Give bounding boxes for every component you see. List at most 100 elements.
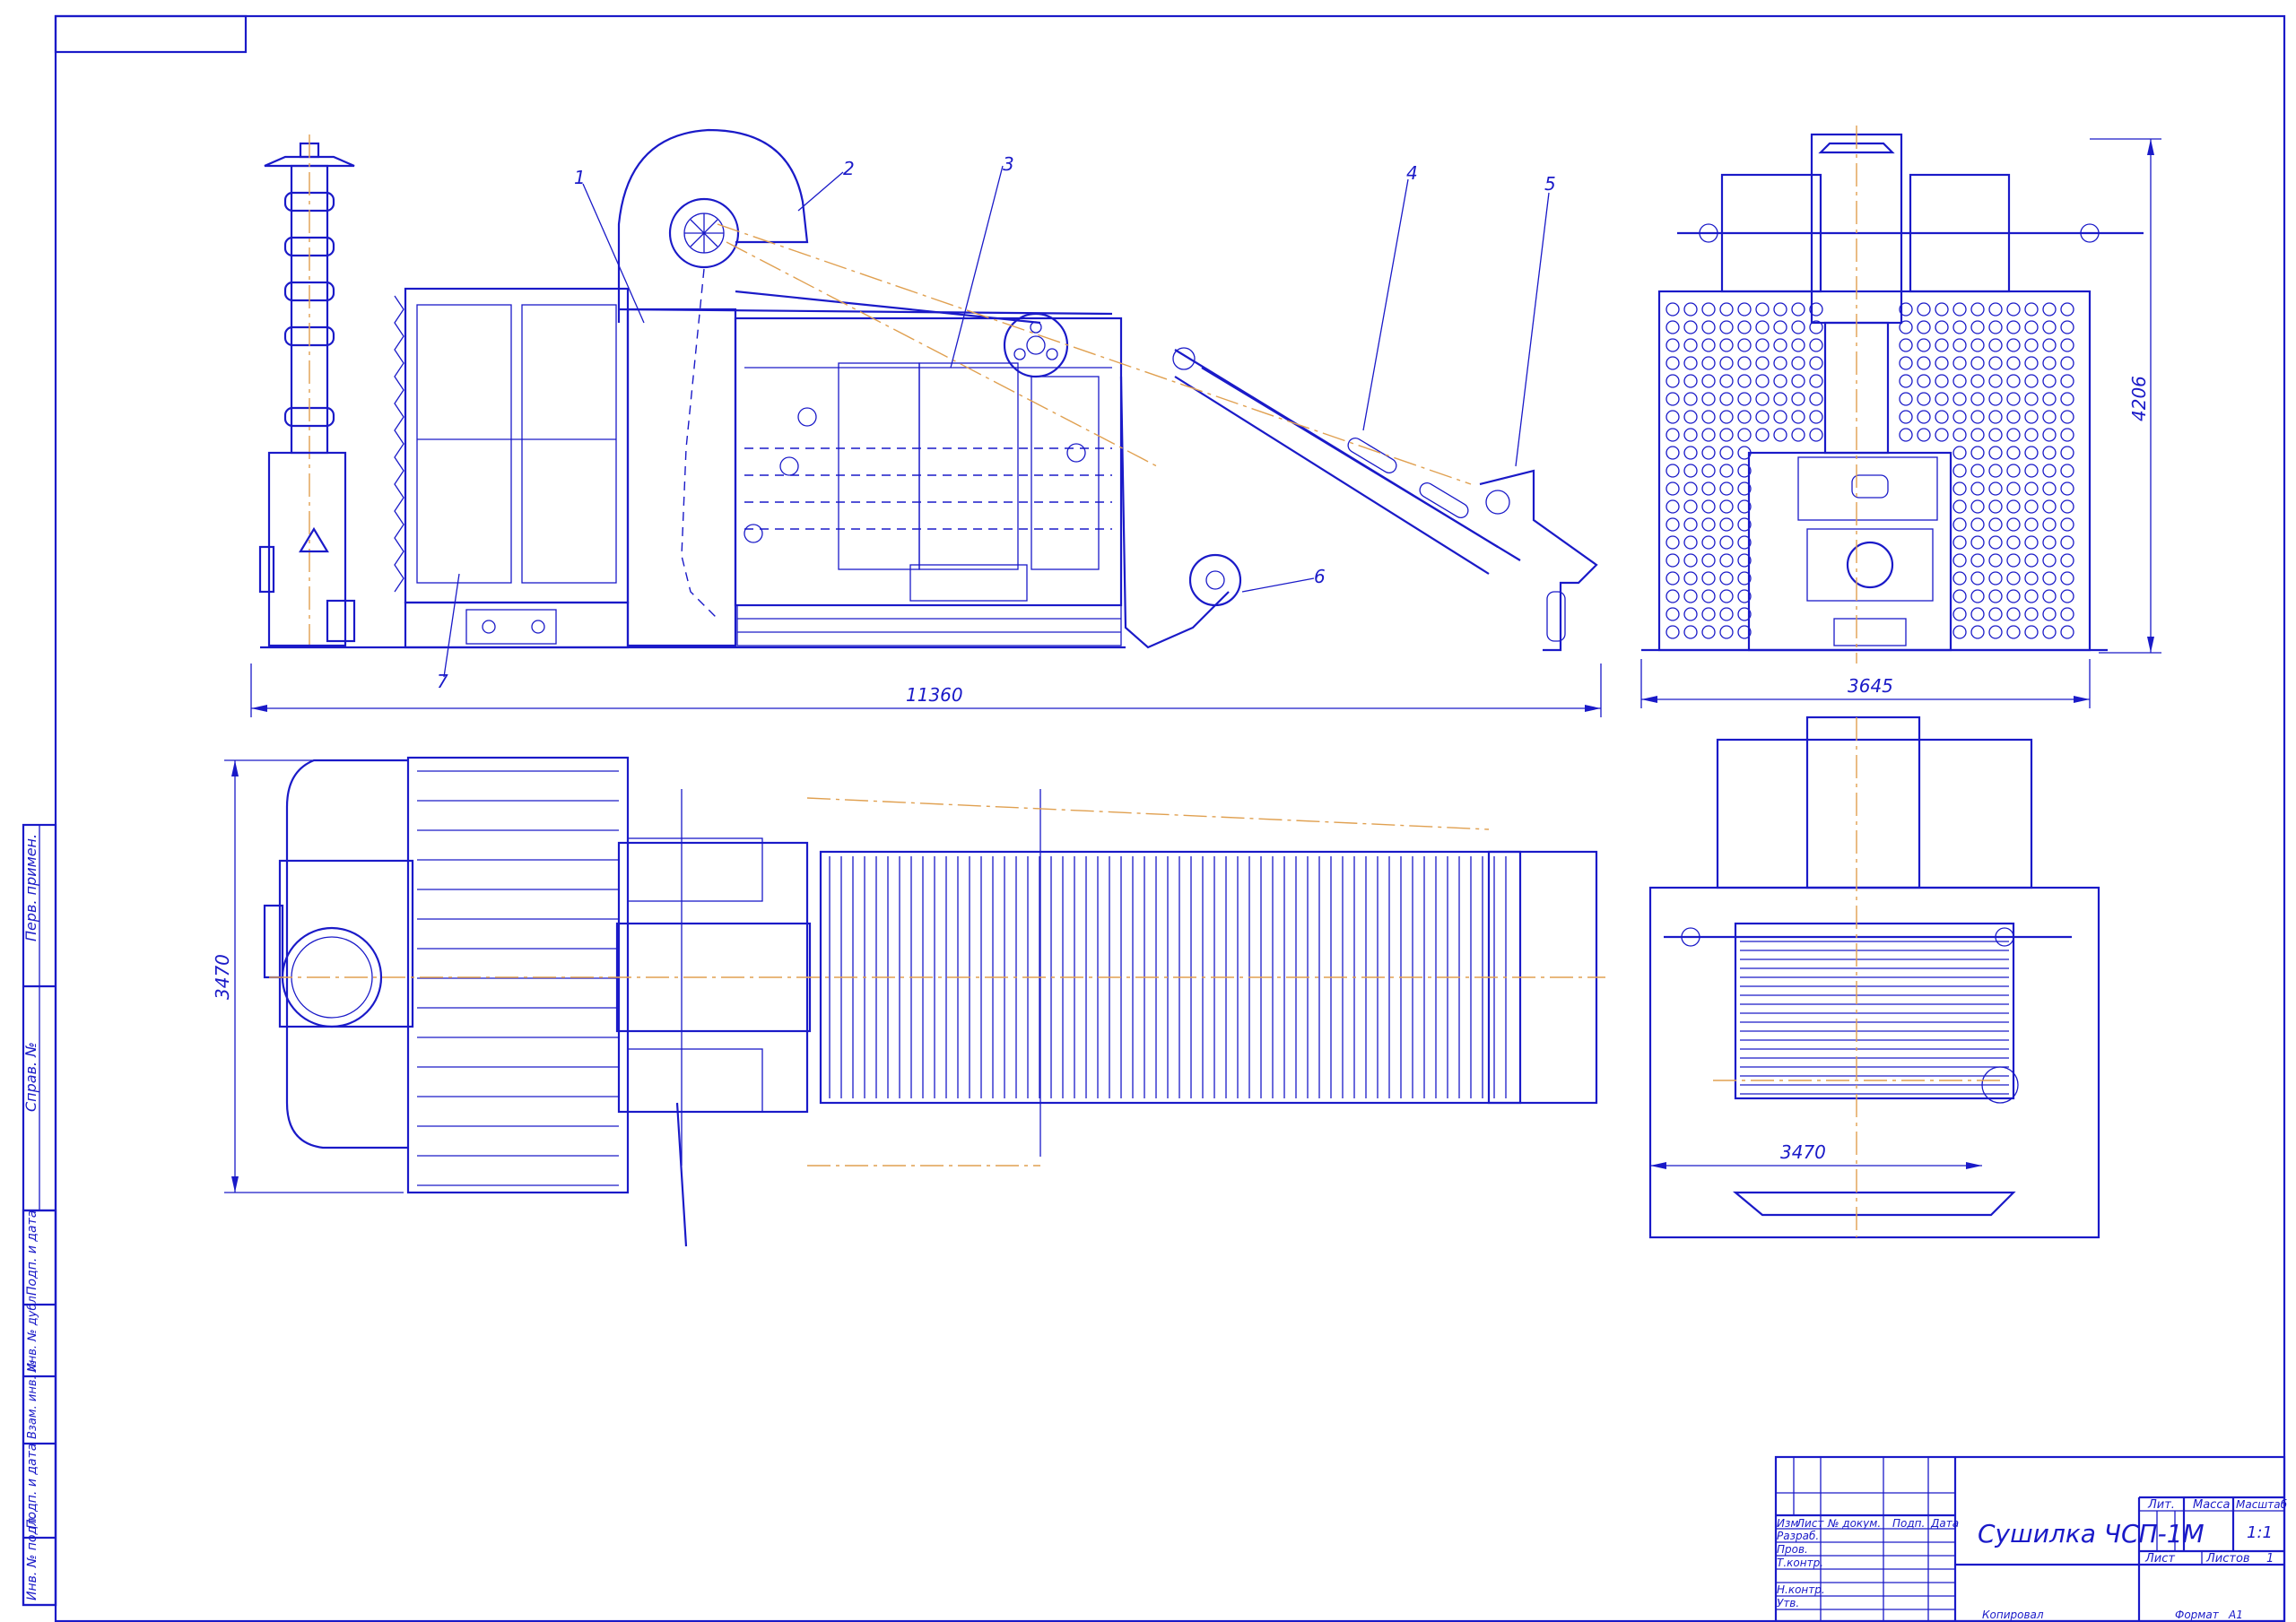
perforation-hole <box>2024 392 2039 406</box>
dryer-body <box>618 268 1123 646</box>
end-view-slats <box>1740 941 2009 1095</box>
perforation-hole <box>1988 535 2003 550</box>
perforation-hole <box>2060 464 2074 478</box>
perforation-hole <box>1791 392 1805 406</box>
perforation-hole <box>1988 428 2003 442</box>
perforation-hole <box>1952 428 1967 442</box>
tb-col-date: Дата <box>1930 1517 1959 1530</box>
perforation-hole <box>1719 517 1734 532</box>
perforation-hole <box>2042 428 2057 442</box>
perforation-hole <box>2024 356 2039 370</box>
perforation-hole <box>1665 535 1680 550</box>
leader-label-5: 5 <box>1544 173 1556 195</box>
perforation-hole <box>1665 589 1680 603</box>
perforation-hole <box>1665 320 1680 334</box>
perforation-hole <box>2060 374 2074 388</box>
perforation-hole <box>1935 302 1949 317</box>
perforation-hole <box>1899 428 1913 442</box>
perforation-hole <box>2060 499 2074 514</box>
perforation-hole <box>2042 302 2057 317</box>
tb-row-tech-control: Т.контр. <box>1777 1557 1823 1569</box>
perforation-hole <box>1917 320 1931 334</box>
perforation-hole <box>1899 374 1913 388</box>
perforation-hole <box>2060 338 2074 352</box>
perforation-hole <box>2006 320 2021 334</box>
perforation-hole <box>1719 607 1734 621</box>
perforation-hole <box>1809 428 1823 442</box>
perforation-hole <box>1701 428 1716 442</box>
perforation-hole <box>1719 338 1734 352</box>
perforation-hole <box>2042 356 2057 370</box>
perforation-hole <box>2024 338 2039 352</box>
perforation-hole <box>1952 302 1967 317</box>
perforation-hole <box>1755 302 1770 317</box>
tb-col-izm: Изм <box>1777 1517 1798 1530</box>
perforation-hole <box>1809 338 1823 352</box>
perforation-hole <box>1988 446 2003 460</box>
perforation-hole <box>1988 553 2003 568</box>
gear <box>1188 553 1242 607</box>
perforation-hole <box>1701 553 1716 568</box>
perforation-hole <box>1701 338 1716 352</box>
perforation-hole <box>2042 535 2057 550</box>
side-stamp-cell-3: Подп. и дата <box>25 1210 39 1296</box>
perforation-hole <box>1970 589 1985 603</box>
perforation-hole <box>2060 625 2074 639</box>
perforation-hole <box>1935 320 1949 334</box>
perforation-hole <box>1683 553 1698 568</box>
perforation-hole <box>1988 338 2003 352</box>
perforation-hole <box>2042 392 2057 406</box>
perforation-hole <box>2006 535 2021 550</box>
perforation-hole <box>2024 320 2039 334</box>
perforation-hole <box>1935 356 1949 370</box>
perforation-hole <box>2042 499 2057 514</box>
tb-format-value: A1 <box>2228 1609 2243 1621</box>
perforation-hole <box>1970 374 1985 388</box>
perforation-hole <box>2024 428 2039 442</box>
leader-label-3: 3 <box>1003 153 1014 175</box>
tb-row-approved: Утв. <box>1777 1597 1799 1609</box>
perforation-hole <box>1952 571 1967 585</box>
perforation-hole <box>1899 338 1913 352</box>
perforation-hole <box>1988 392 2003 406</box>
perforation-hole <box>2006 446 2021 460</box>
perforation-hole <box>1755 374 1770 388</box>
perforation-hole <box>1755 428 1770 442</box>
side-stamp-cell-4: Инв. № дубл. <box>26 1292 39 1372</box>
dimension-end-width-value: 3470 <box>1780 1141 1826 1163</box>
perforation-hole <box>1809 392 1823 406</box>
perforation-hole <box>2042 517 2057 532</box>
perforation-hole <box>1683 320 1698 334</box>
perforation-hole <box>1737 428 1752 442</box>
perforation-hole <box>1773 320 1787 334</box>
perforation-hole <box>1952 535 1967 550</box>
perforation-hole <box>1988 374 2003 388</box>
perforation-hole <box>1719 571 1734 585</box>
perforation-hole <box>1701 625 1716 639</box>
perforation-hole <box>1952 589 1967 603</box>
perforation-hole <box>2006 589 2021 603</box>
perforation-hole <box>2060 553 2074 568</box>
chimney <box>264 134 355 646</box>
perforation-hole <box>1755 356 1770 370</box>
perforation-hole <box>2060 446 2074 460</box>
perforation-hole <box>1665 428 1680 442</box>
perforation-hole <box>1988 302 2003 317</box>
furnace <box>258 451 356 647</box>
end-view: 3470 <box>1648 716 2100 1239</box>
perforation-hole <box>1737 410 1752 424</box>
perforation-hole <box>2006 392 2021 406</box>
perforation-hole <box>1970 410 1985 424</box>
perforation-hole <box>2006 481 2021 496</box>
perforation-hole <box>2024 571 2039 585</box>
perforation-hole <box>1970 517 1985 532</box>
perforation-hole <box>2042 571 2057 585</box>
perforation-hole <box>1988 589 2003 603</box>
perforation-hole <box>2024 374 2039 388</box>
side-stamp-cell-7: Инв. № подл. <box>25 1514 39 1600</box>
perforation-hole <box>1683 428 1698 442</box>
perforation-hole <box>1791 302 1805 317</box>
perforation-hole <box>1701 446 1716 460</box>
perforation-hole <box>2006 338 2021 352</box>
perforation-hole <box>2006 571 2021 585</box>
